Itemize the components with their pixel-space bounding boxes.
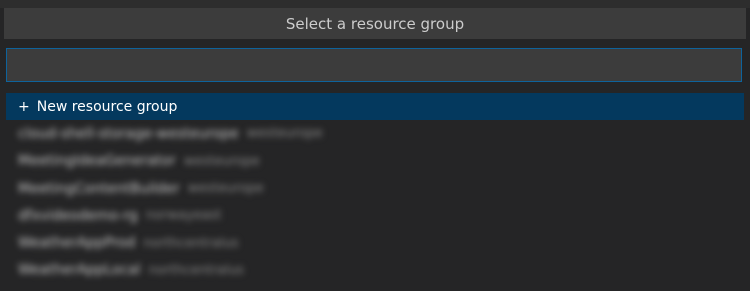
quick-pick-title: Select a resource group	[4, 8, 746, 39]
resource-group-name: MeetingIdeaGenerator	[18, 153, 176, 170]
new-resource-group-item[interactable]: + New resource group	[6, 93, 744, 121]
resource-group-name: MeetingContentBuilder	[18, 180, 180, 197]
new-resource-group-label: New resource group	[36, 98, 178, 115]
resource-group-name: cloud-shell-storage-westeurope	[18, 125, 239, 142]
list-item[interactable]: MeetingIdeaGenerator westeurope	[6, 148, 744, 175]
list-item[interactable]: WeatherAppLocal northcentralus	[6, 257, 744, 284]
quick-pick-input-box[interactable]	[6, 48, 742, 82]
resource-group-region: northcentralus	[143, 235, 239, 251]
list-item[interactable]: dfxvideodemo-rg norwayeast	[6, 202, 744, 229]
resource-group-region: westeurope	[183, 153, 260, 169]
list-item[interactable]: MeetingContentBuilder westeurope	[6, 175, 744, 202]
top-strip	[0, 0, 750, 8]
quick-pick-title-text: Select a resource group	[285, 14, 465, 33]
resource-group-quick-pick: Select a resource group + New resource g…	[0, 0, 750, 291]
list-item[interactable]: cloud-shell-storage-westeurope westeurop…	[6, 120, 744, 147]
resource-group-region: norwayeast	[145, 208, 222, 224]
plus-icon: +	[18, 98, 30, 115]
resource-group-region: westeurope	[187, 181, 264, 197]
list-item[interactable]: WeatherAppProd northcentralus	[6, 229, 744, 256]
resource-group-region: northcentralus	[148, 262, 244, 278]
resource-group-name: WeatherAppLocal	[18, 262, 141, 279]
resource-group-name: WeatherAppProd	[18, 235, 136, 252]
resource-group-name: dfxvideodemo-rg	[18, 207, 138, 224]
resource-group-list: + New resource group cloud-shell-storage…	[6, 93, 744, 284]
quick-pick-input[interactable]	[7, 49, 741, 81]
resource-group-region: westeurope	[246, 126, 323, 142]
